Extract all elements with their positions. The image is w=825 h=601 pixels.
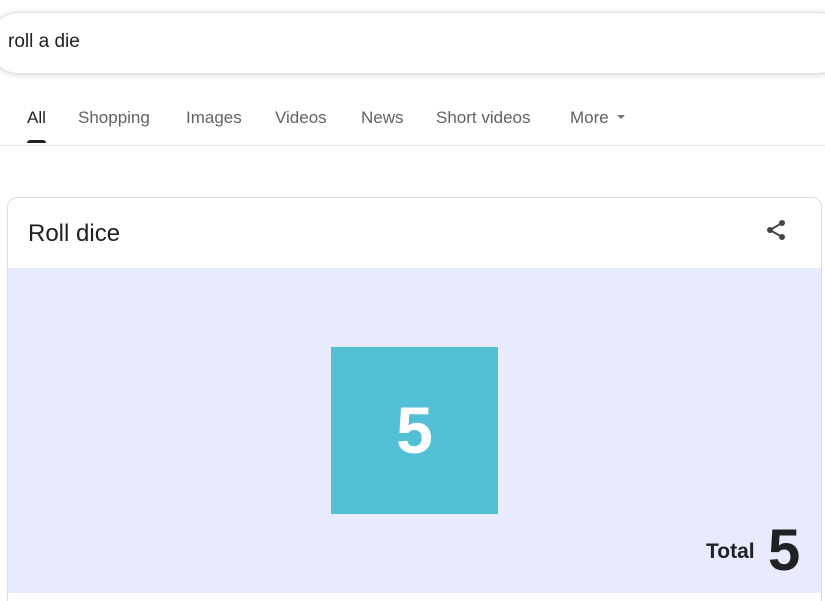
share-icon (767, 220, 785, 240)
search-input[interactable] (8, 29, 708, 55)
die[interactable]: 5 (331, 347, 498, 514)
dice-roller-card: Roll dice 5 Total 5 (7, 197, 822, 601)
card-title: Roll dice (28, 220, 121, 247)
tab-shopping[interactable]: Shopping (78, 107, 150, 129)
total-label: Total (706, 540, 755, 563)
die-value: 5 (396, 393, 433, 467)
dice-area: 5 Total 5 (8, 268, 821, 593)
caret-down-icon (616, 114, 625, 119)
total-value: 5 (768, 518, 801, 583)
share-button[interactable] (760, 214, 792, 246)
search-results-page: All Shopping Images Videos News Short vi… (0, 0, 825, 601)
tab-images[interactable]: Images (186, 107, 242, 129)
tab-news[interactable]: News (361, 107, 404, 129)
tab-more-label: More (570, 108, 609, 127)
tab-videos[interactable]: Videos (275, 107, 327, 129)
search-tabs: All Shopping Images Videos News Short vi… (0, 96, 825, 146)
tab-more[interactable]: More (570, 107, 625, 129)
tab-short-videos[interactable]: Short videos (436, 107, 531, 129)
tab-all[interactable]: All (27, 107, 46, 143)
